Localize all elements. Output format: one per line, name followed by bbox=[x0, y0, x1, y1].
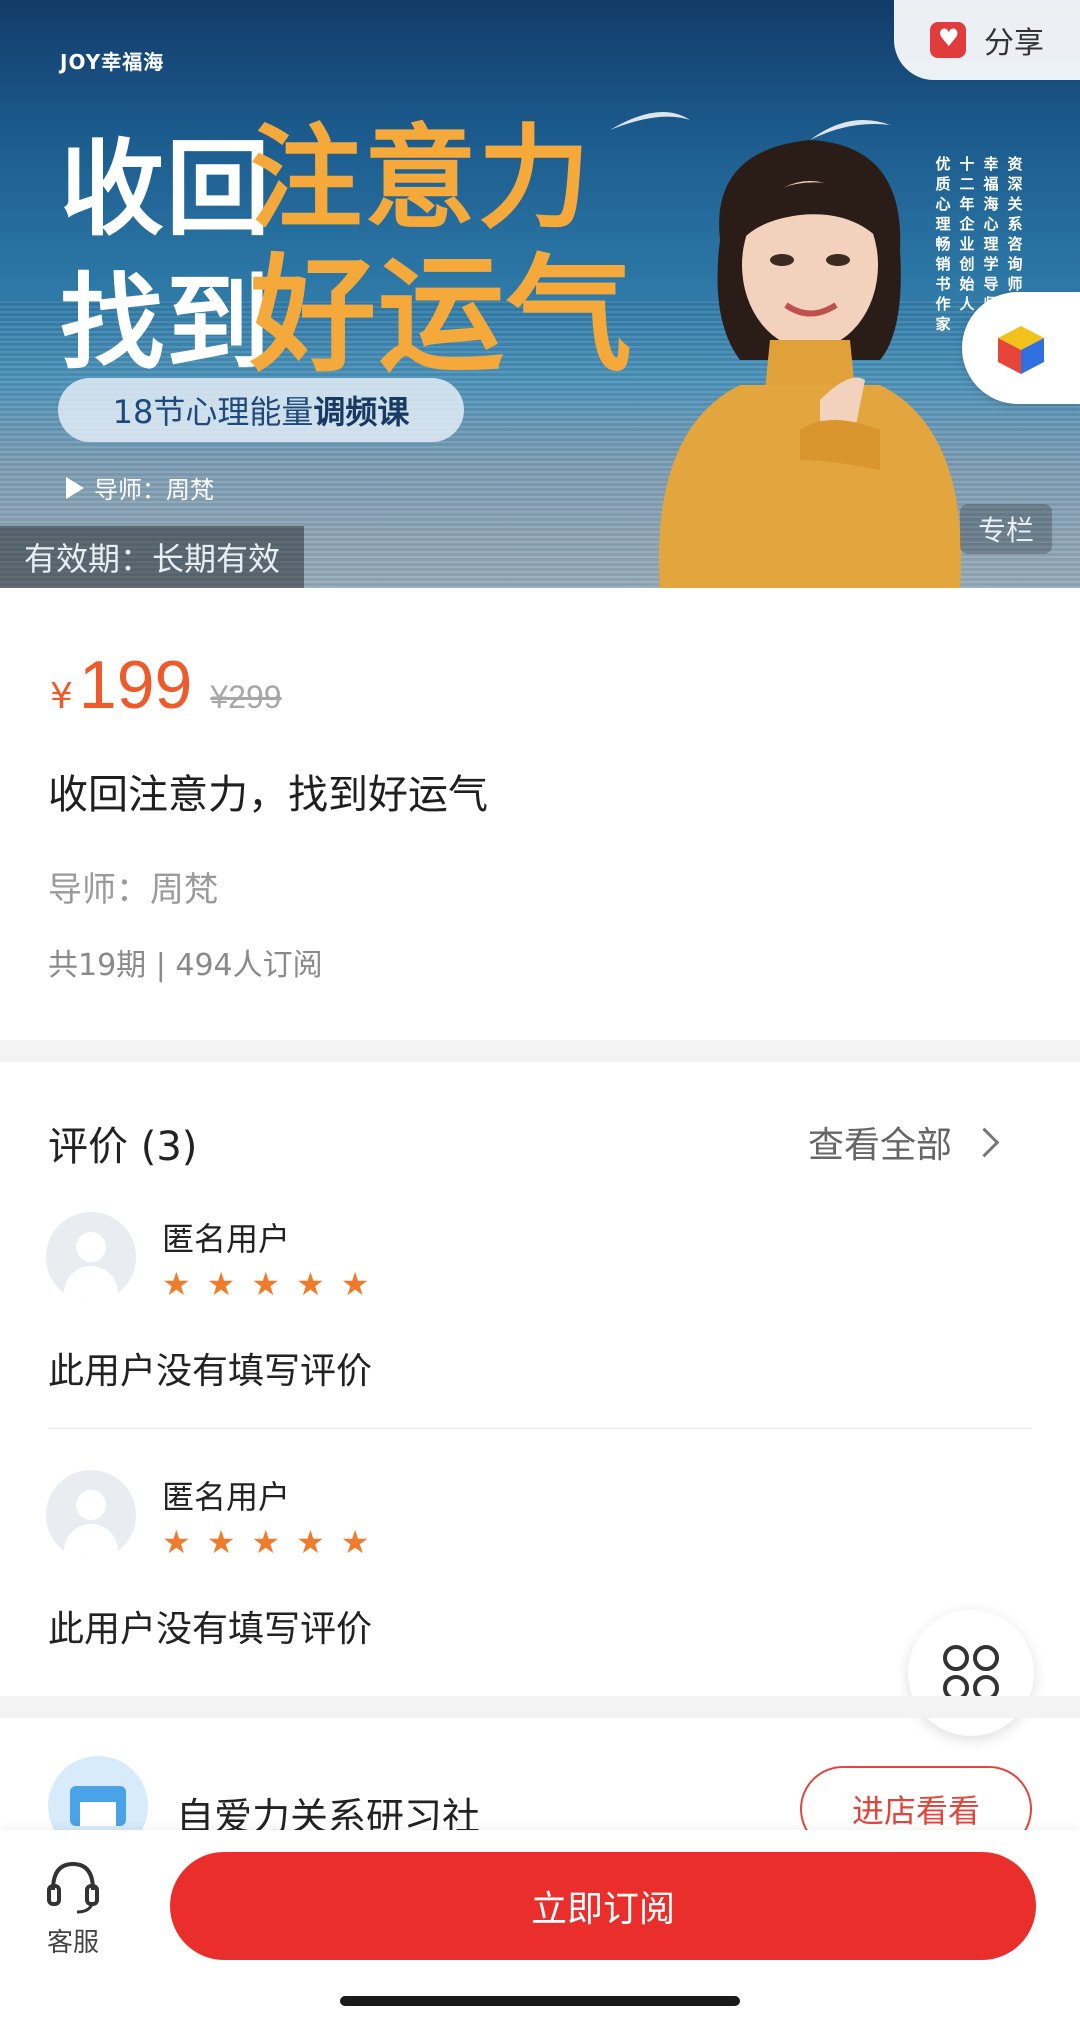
course-title: 收回注意力，找到好运气 bbox=[48, 772, 488, 818]
banner-teacher: 导师：周梵 bbox=[66, 470, 214, 505]
chevron-right-icon bbox=[969, 1127, 1000, 1157]
star-icon: ★ bbox=[296, 1265, 325, 1303]
star-icon: ★ bbox=[206, 1265, 236, 1303]
current-price: 199 bbox=[78, 647, 193, 723]
course-banner: JOY幸福海 收回 注意力 找到 好运气 18节心理能量 调频课 导师：周梵 资深… bbox=[0, 0, 1080, 588]
share-button[interactable]: 分享 bbox=[894, 0, 1080, 80]
review-text: 此用户没有填写评价 bbox=[48, 1351, 373, 1392]
avatar-icon bbox=[46, 1470, 136, 1560]
play-icon bbox=[66, 476, 84, 499]
see-all-label: 查看全部 bbox=[808, 1125, 953, 1166]
star-icon: ★ bbox=[296, 1523, 325, 1561]
review-divider bbox=[48, 1428, 1032, 1429]
review-rating: ★ ★ ★ ★ ★ bbox=[162, 1526, 369, 1558]
cube-icon bbox=[998, 326, 1044, 374]
clover-menu-icon bbox=[943, 1645, 999, 1701]
review-text: 此用户没有填写评价 bbox=[48, 1609, 373, 1650]
course-teacher: 导师：周梵 bbox=[48, 870, 218, 910]
see-all-reviews-link[interactable]: 查看全部 bbox=[808, 1116, 1000, 1168]
star-icon: ★ bbox=[340, 1523, 370, 1561]
original-price: ¥299 bbox=[210, 679, 282, 715]
vertical-credential: 优质心理畅销书作家 bbox=[935, 155, 951, 333]
currency-symbol: ¥ bbox=[50, 676, 73, 717]
review-username: 匿名用户 bbox=[162, 1478, 291, 1516]
pill-text: 18节心理能量 bbox=[112, 393, 314, 431]
reviews-title: 评价 (3) bbox=[48, 1124, 198, 1170]
price-row: ¥ 199 ¥299 bbox=[50, 646, 282, 724]
review-rating: ★ ★ ★ ★ ★ bbox=[162, 1268, 369, 1300]
star-icon: ★ bbox=[251, 1523, 281, 1561]
section-divider bbox=[0, 1040, 1080, 1062]
vertical-credential: 十二年企业创始人 bbox=[959, 155, 975, 313]
course-meta: 共19期 | 494人订阅 bbox=[48, 948, 323, 983]
share-label: 分享 bbox=[984, 26, 1044, 61]
avatar-icon bbox=[46, 1212, 136, 1302]
pill-bold-text: 调频课 bbox=[313, 393, 410, 431]
star-icon: ★ bbox=[251, 1265, 281, 1303]
section-divider bbox=[0, 1696, 1080, 1718]
banner-title-line1-white: 收回 bbox=[60, 128, 273, 250]
banner-title-line2-orange: 好运气 bbox=[250, 242, 634, 389]
home-indicator[interactable] bbox=[340, 1996, 740, 2006]
column-tag: 专栏 bbox=[960, 504, 1052, 554]
instructor-portrait bbox=[659, 140, 961, 588]
banner-teacher-label: 导师：周梵 bbox=[94, 476, 214, 504]
review-username: 匿名用户 bbox=[162, 1220, 291, 1258]
brand-logo: JOY幸福海 bbox=[60, 50, 165, 74]
validity-label: 有效期：长期有效 bbox=[0, 526, 305, 588]
customer-service-button[interactable]: 客服 bbox=[38, 1858, 108, 1959]
headset-icon bbox=[47, 1861, 99, 1914]
star-icon: ★ bbox=[206, 1523, 236, 1561]
star-icon: ★ bbox=[340, 1265, 370, 1303]
cube-button[interactable] bbox=[962, 292, 1080, 404]
banner-title-line2-white: 找到 bbox=[60, 262, 273, 384]
share-icon bbox=[930, 22, 966, 58]
banner-course-pill: 18节心理能量 调频课 bbox=[58, 378, 464, 442]
subscribe-button[interactable]: 立即订阅 bbox=[170, 1852, 1036, 1960]
customer-service-label: 客服 bbox=[46, 1928, 99, 1958]
star-icon: ★ bbox=[162, 1265, 191, 1303]
star-icon: ★ bbox=[162, 1523, 191, 1561]
